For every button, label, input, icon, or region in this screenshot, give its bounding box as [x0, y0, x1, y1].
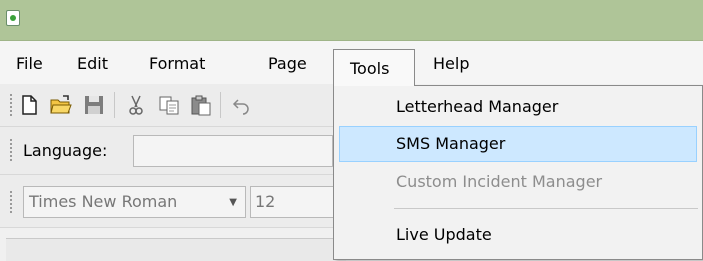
menu-page[interactable]: Page: [268, 53, 307, 75]
menu-separator: [394, 208, 698, 209]
title-bar: [0, 0, 703, 41]
undo-icon[interactable]: [230, 94, 252, 116]
font-size-value: 12: [255, 192, 276, 211]
menu-format[interactable]: Format: [149, 53, 205, 75]
toolbar-separator: [114, 92, 115, 118]
menu-item-sms-manager[interactable]: SMS Manager: [339, 126, 697, 162]
toolbar-grip[interactable]: [10, 94, 14, 116]
menu-item-label: Letterhead Manager: [396, 97, 559, 116]
font-name-value: Times New Roman: [29, 192, 178, 211]
font-size-select[interactable]: 12: [250, 186, 340, 218]
chevron-down-icon: ▼: [229, 197, 237, 208]
language-input[interactable]: [133, 135, 333, 167]
menu-item-live-update[interactable]: Live Update: [334, 217, 702, 253]
language-label: Language:: [23, 141, 108, 160]
save-disk-icon[interactable]: [83, 94, 105, 116]
tools-dropdown-menu: Letterhead Manager SMS Manager Custom In…: [333, 85, 703, 260]
open-folder-icon[interactable]: [50, 94, 72, 116]
menu-tools-label: Tools: [350, 59, 390, 78]
toolbar-grip[interactable]: [10, 191, 14, 213]
font-name-select[interactable]: Times New Roman ▼: [23, 186, 246, 218]
format-toolbar: Times New Roman ▼ 12: [0, 175, 340, 228]
document-green-icon: [6, 10, 20, 26]
paste-icon[interactable]: [190, 94, 212, 116]
menu-edit[interactable]: Edit: [77, 53, 108, 75]
menu-item-label: SMS Manager: [396, 134, 506, 153]
cut-scissors-icon[interactable]: [125, 94, 147, 116]
menu-item-label: Custom Incident Manager: [396, 172, 603, 191]
document-area[interactable]: [6, 238, 346, 261]
menu-item-label: Live Update: [396, 225, 492, 244]
menu-help[interactable]: Help: [433, 53, 469, 75]
language-toolbar: Language:: [0, 127, 340, 175]
menu-item-custom-incident-manager: Custom Incident Manager: [334, 164, 702, 200]
new-document-icon[interactable]: [18, 94, 40, 116]
menu-tools[interactable]: Tools: [333, 49, 415, 86]
standard-toolbar: [0, 84, 340, 127]
toolbar-grip[interactable]: [10, 139, 14, 161]
menu-item-letterhead-manager[interactable]: Letterhead Manager: [334, 89, 702, 125]
toolbar-separator: [220, 92, 221, 118]
menu-file[interactable]: File: [16, 53, 43, 75]
copy-icon[interactable]: [158, 94, 180, 116]
